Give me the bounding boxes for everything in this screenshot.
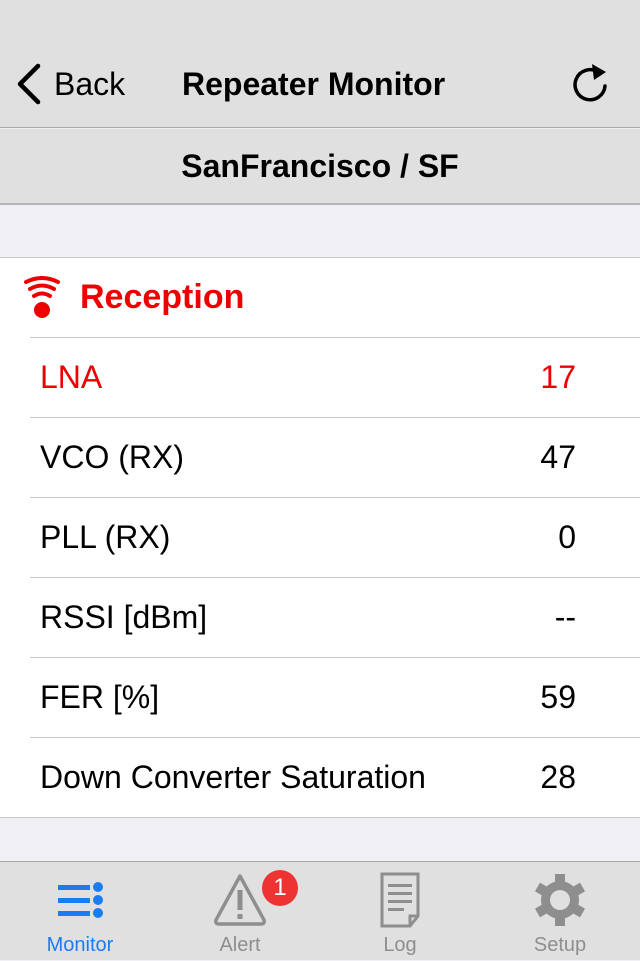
tab-setup[interactable]: Setup	[480, 862, 640, 961]
back-button[interactable]: Back	[14, 62, 125, 106]
page-title: Repeater Monitor	[182, 66, 446, 102]
tab-monitor[interactable]: Monitor	[0, 862, 160, 961]
tab-label: Monitor	[46, 934, 114, 956]
back-label: Back	[54, 65, 126, 102]
status-bar	[0, 0, 640, 40]
gear-icon	[534, 874, 586, 926]
tab-log[interactable]: Log	[320, 862, 480, 961]
table-row[interactable]: VCO (RX) 47	[30, 417, 640, 497]
alert-badge: 1	[262, 870, 298, 906]
row-label: PLL (RX)	[40, 519, 171, 555]
row-value: --	[554, 599, 576, 635]
row-label: VCO (RX)	[40, 439, 184, 475]
table-row[interactable]: PLL (RX) 0	[30, 497, 640, 577]
row-value: 59	[540, 679, 576, 715]
row-label: RSSI [dBm]	[40, 599, 208, 635]
tab-alert[interactable]: 1 Alert	[160, 862, 320, 961]
document-icon	[380, 872, 420, 928]
table-row[interactable]: Down Converter Saturation 28	[30, 737, 640, 817]
refresh-icon	[573, 64, 607, 102]
row-label: Down Converter Saturation	[40, 759, 426, 795]
navigation-bar: Back Repeater Monitor	[0, 40, 640, 128]
table-row[interactable]: FER [%] 59	[30, 657, 640, 737]
row-value: 0	[558, 519, 576, 555]
tab-label: Alert	[219, 934, 261, 956]
row-label: LNA	[40, 359, 103, 395]
refresh-button[interactable]	[568, 62, 612, 106]
section-title: Reception	[80, 278, 245, 316]
row-value: 17	[540, 359, 576, 395]
chevron-left-icon	[17, 63, 41, 105]
row-value: 47	[540, 439, 576, 475]
reception-section: Reception LNA 17 VCO (RX) 47 PLL (RX) 0 …	[0, 257, 640, 818]
repeater-location-header: SanFrancisco / SF	[0, 129, 640, 205]
list-icon	[58, 882, 103, 918]
table-row[interactable]: RSSI [dBm] --	[30, 577, 640, 657]
section-header: Reception	[0, 258, 640, 337]
table-row[interactable]: LNA 17	[30, 337, 640, 417]
tab-label: Setup	[533, 934, 587, 956]
tab-label: Log	[383, 934, 417, 956]
row-value: 28	[540, 759, 576, 795]
warning-icon	[214, 874, 266, 926]
reception-signal-icon	[24, 275, 60, 318]
tab-bar: Monitor 1 Alert Log Setup	[0, 861, 640, 960]
row-label: FER [%]	[40, 679, 160, 715]
